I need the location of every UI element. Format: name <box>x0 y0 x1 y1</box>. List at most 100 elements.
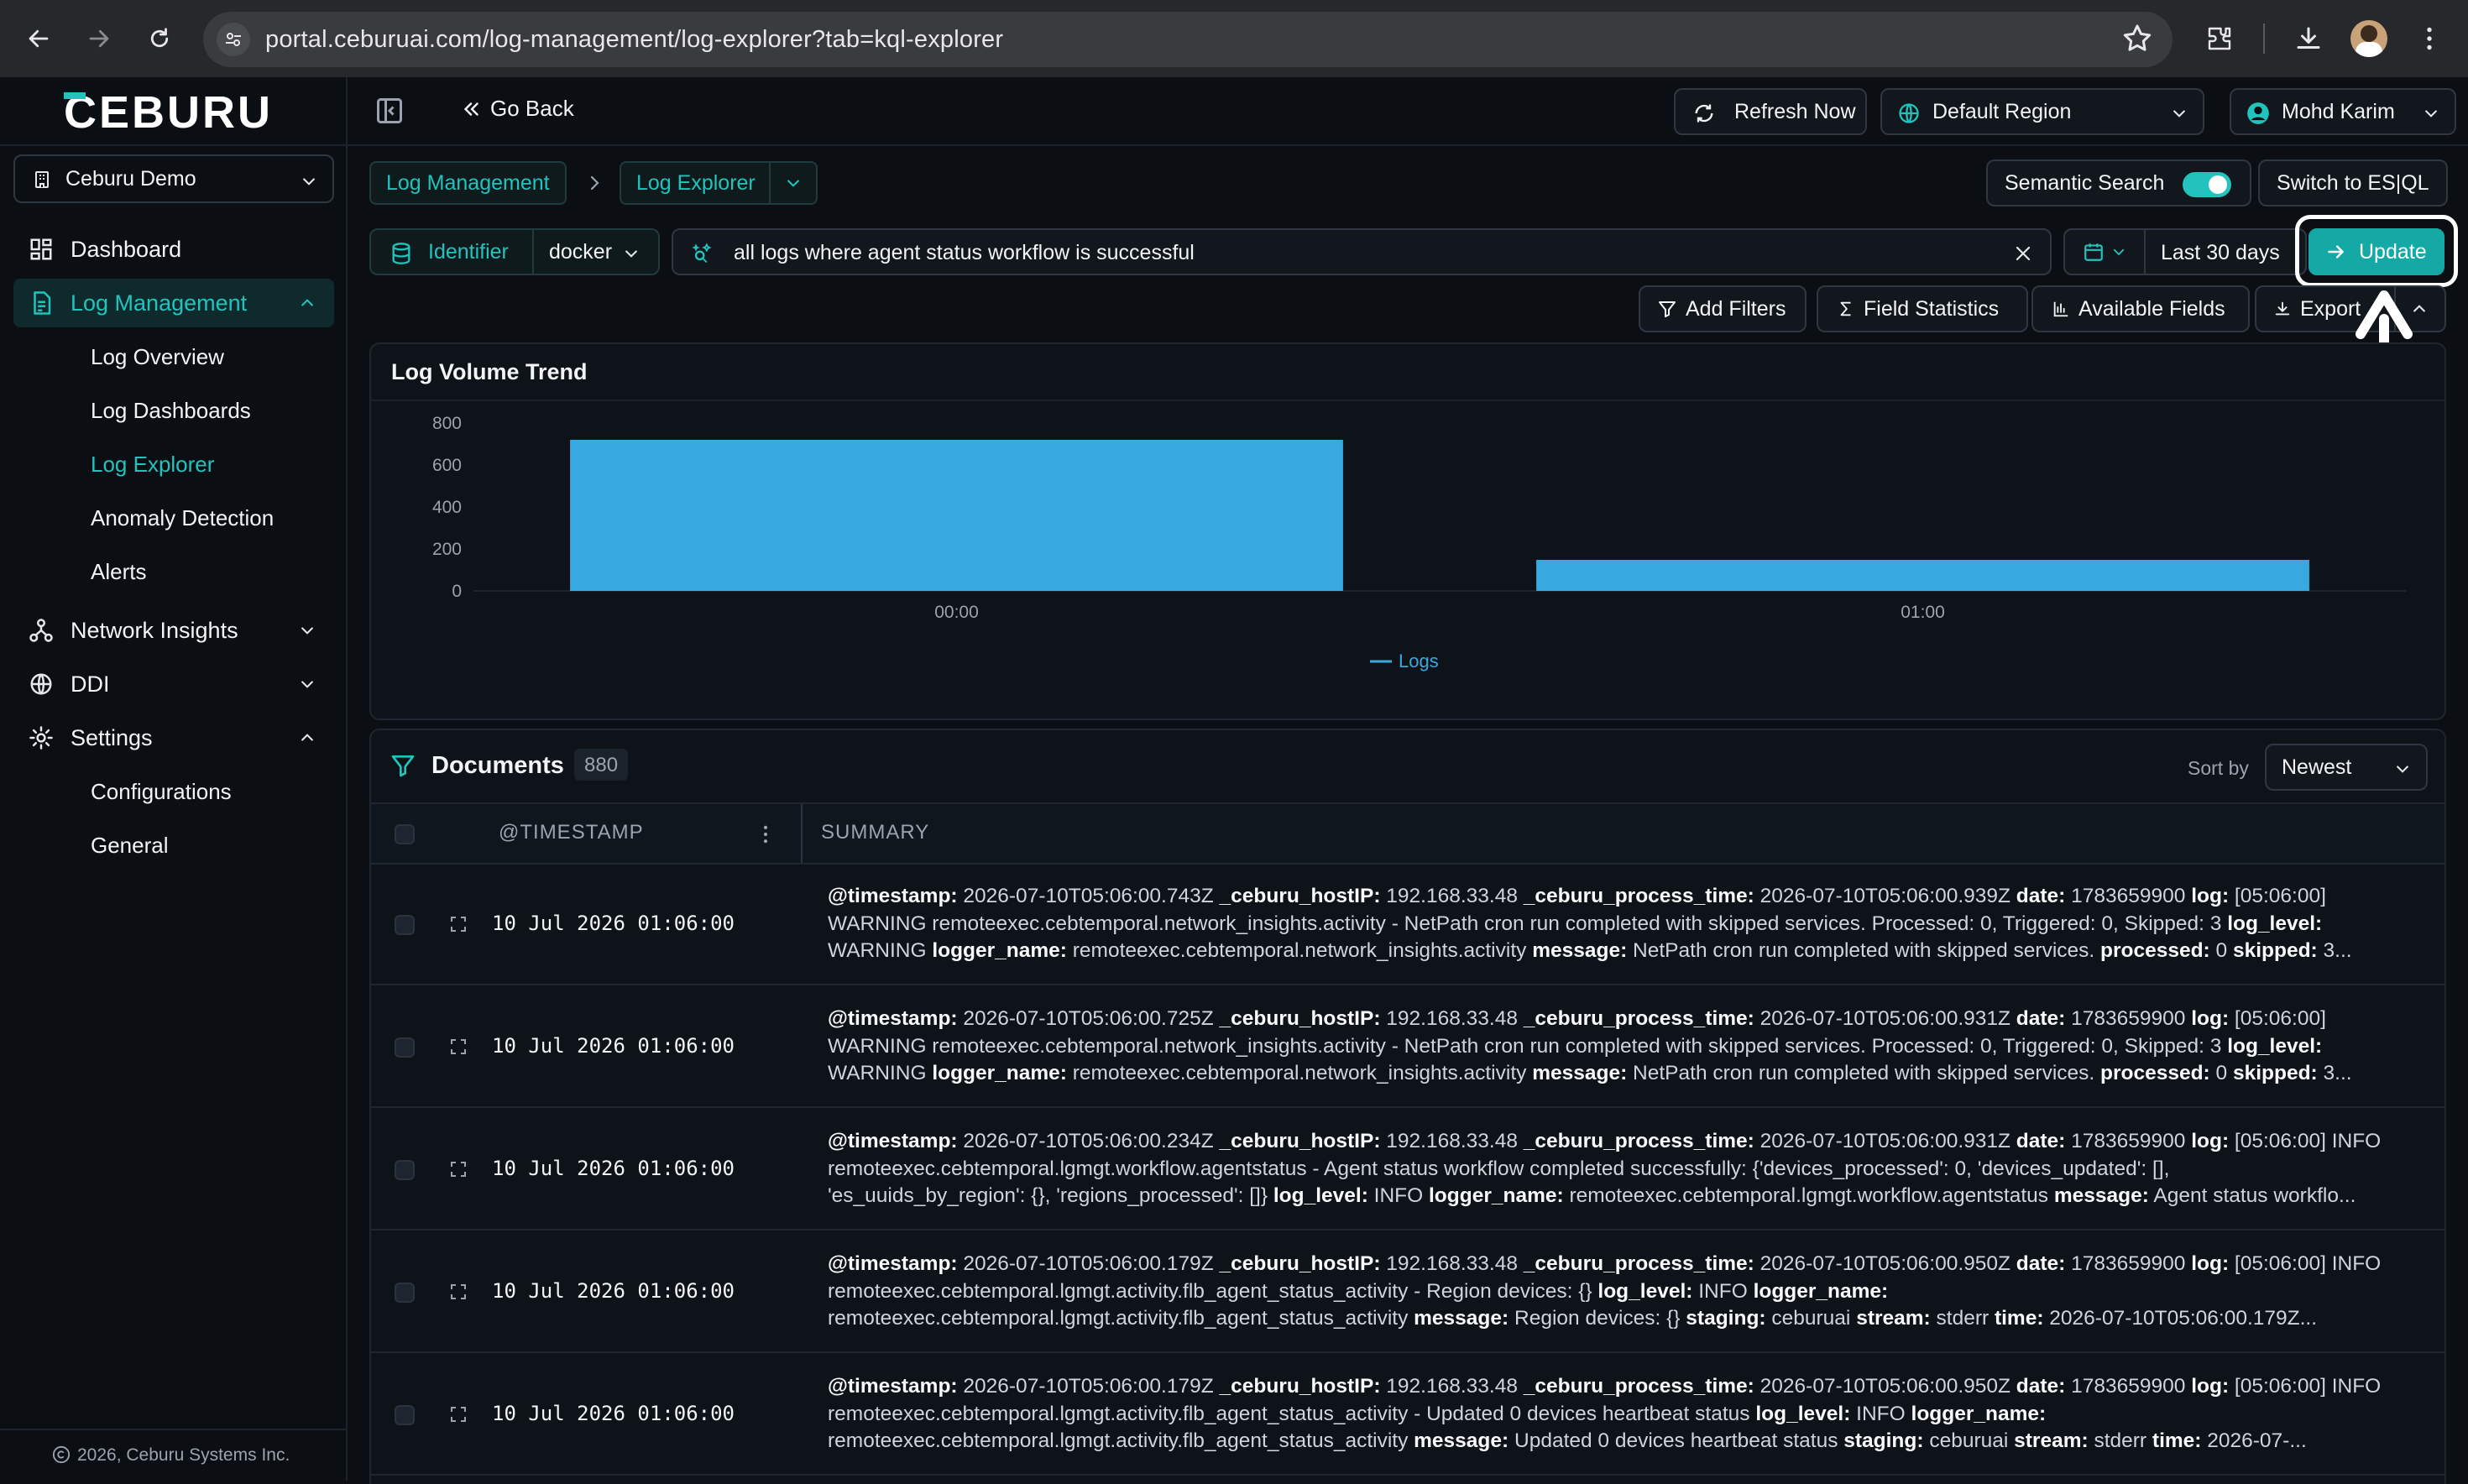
expand-icon[interactable] <box>448 1159 468 1179</box>
url-text[interactable]: portal.ceburuai.com/log-management/log-e… <box>265 26 1003 54</box>
download-icon[interactable] <box>2290 20 2327 57</box>
legend-label[interactable]: Logs <box>1399 651 1439 671</box>
summary-field-value: 2026-07-10T05:06:00.179Z... <box>2043 1307 2318 1330</box>
breadcrumb-log-management[interactable]: Log Management <box>369 161 567 205</box>
semantic-search-toggle[interactable]: Semantic Search <box>1986 159 2251 206</box>
y-tick-label: 0 <box>452 582 462 601</box>
expand-icon[interactable] <box>448 1282 468 1302</box>
region-label: Default Region <box>1932 99 2072 123</box>
summary-field-value: 2026-07-10T05:06:00.179Z <box>957 1375 1220 1398</box>
expand-icon[interactable] <box>448 1404 468 1424</box>
table-row[interactable]: 10 Jul 2026 01:06:00 @timestamp: 2026-07-… <box>371 1231 2446 1353</box>
switch-to-esql-button[interactable]: Switch to ES|QL <box>2258 159 2448 206</box>
row-checkbox[interactable] <box>395 915 415 935</box>
calendar-dropdown[interactable] <box>2065 230 2146 274</box>
available-fields-button[interactable]: Available Fields <box>2031 285 2250 332</box>
summary-line: 'es_uuids_by_region': {}, 'regions_proce… <box>828 1183 2423 1210</box>
org-select[interactable]: Ceburu Demo <box>13 154 334 203</box>
sidebar-subitem-anomaly-detection[interactable]: Anomaly Detection <box>91 505 274 531</box>
summary-field-key: date: <box>2016 1130 2066 1152</box>
region-select[interactable]: Default Region <box>1880 88 2204 135</box>
summary-field-value: [05:06:00] INFO <box>2229 1130 2382 1152</box>
query-input[interactable]: all logs where agent status workflow is … <box>672 228 2052 275</box>
summary-field-value: 1783659900 <box>2065 1130 2192 1152</box>
org-name: Ceburu Demo <box>65 166 196 191</box>
back-arrow-icon[interactable] <box>18 18 59 59</box>
browser-menu-icon[interactable] <box>2411 20 2448 57</box>
field-statistics-button[interactable]: Field Statistics <box>1817 285 2028 332</box>
forward-arrow-icon[interactable] <box>79 18 119 59</box>
sidebar-item-ddi[interactable]: DDI <box>13 660 334 708</box>
summary-field-value: 192.168.33.48 <box>1380 1130 1524 1152</box>
sidebar-item-log-management[interactable]: Log Management <box>13 279 334 327</box>
summary-field-key: _ceburu_hostIP: <box>1219 1252 1381 1275</box>
add-filters-label: Add Filters <box>1686 296 1786 321</box>
summary-field-key: _ceburu_process_time: <box>1523 885 1754 907</box>
row-checkbox[interactable] <box>395 1405 415 1425</box>
address-bar[interactable]: portal.ceburuai.com/log-management/log-e… <box>203 12 2173 67</box>
sidebar-subitem-log-dashboards[interactable]: Log Dashboards <box>91 398 251 424</box>
table-row[interactable]: 10 Jul 2026 01:06:00 @timestamp: 2026-07-… <box>371 1353 2446 1476</box>
go-back-button[interactable]: Go Back <box>460 96 574 122</box>
col-header-timestamp[interactable]: @TIMESTAMP <box>499 821 644 844</box>
refresh-now-button[interactable]: Refresh Now <box>1674 88 1867 135</box>
collapse-sidebar-icon[interactable] <box>374 96 405 126</box>
summary-field-key: skipped: <box>2232 1062 2318 1084</box>
globe-icon <box>30 673 52 695</box>
update-button[interactable]: Update <box>2309 228 2444 275</box>
table-row[interactable]: 10 Jul 2026 01:06:00 @timestamp: 2026-07-… <box>371 863 2446 985</box>
summary-line: remoteexec.cebtemporal.lgmgt.activity.fl… <box>828 1278 2423 1306</box>
expand-icon[interactable] <box>448 914 468 934</box>
summary-field-key: _ceburu_process_time: <box>1523 1375 1754 1398</box>
row-summary: @timestamp: 2026-07-10T05:06:00.234Z _ce… <box>828 1128 2423 1210</box>
table-row[interactable]: 10 Jul 2026 01:06:00 @timestamp: 2026-07-… <box>371 985 2446 1108</box>
sidebar-item-network-insights[interactable]: Network Insights <box>13 606 334 655</box>
summary-field-value: 1783659900 <box>2065 885 2192 907</box>
ceburu-logo[interactable]: CEBURU <box>64 87 284 138</box>
chart-bar[interactable] <box>1536 560 2309 591</box>
row-checkbox[interactable] <box>395 1160 415 1180</box>
sort-select[interactable]: Newest <box>2265 744 2428 791</box>
breadcrumb-dropdown[interactable] <box>768 163 816 203</box>
row-timestamp: 10 Jul 2026 01:06:00 <box>492 912 735 935</box>
breadcrumb-log-explorer[interactable]: Log Explorer <box>620 161 818 205</box>
column-menu-icon[interactable] <box>754 823 777 846</box>
sidebar-item-settings[interactable]: Settings <box>13 713 334 762</box>
reload-icon[interactable] <box>139 18 180 59</box>
sidebar-divider <box>0 144 348 146</box>
sidebar-subitem-log-overview[interactable]: Log Overview <box>91 344 224 370</box>
identifier-select[interactable]: Identifier docker <box>369 228 660 275</box>
time-range-picker[interactable]: Last 30 days <box>2063 228 2307 275</box>
summary-field-key: log_level: <box>2227 912 2323 935</box>
user-menu[interactable]: Mohd Karim <box>2230 88 2456 135</box>
toggle-switch[interactable] <box>2183 172 2231 197</box>
row-checkbox[interactable] <box>395 1283 415 1303</box>
sidebar-subitem-alerts[interactable]: Alerts <box>91 559 146 585</box>
bookmark-star-icon[interactable] <box>2120 22 2154 60</box>
summary-field-key: log_level: <box>1597 1279 1693 1303</box>
summary-field-value: 0 <box>2209 1062 2233 1084</box>
chart-bar[interactable] <box>570 440 1343 591</box>
clear-icon[interactable] <box>2013 243 2033 264</box>
sidebar-item-dashboard[interactable]: Dashboard <box>13 225 334 274</box>
select-all-checkbox[interactable] <box>395 824 415 844</box>
sidebar-subitem-configurations[interactable]: Configurations <box>91 779 232 805</box>
chevron-down-icon <box>2425 110 2437 118</box>
sidebar-subitem-log-explorer[interactable]: Log Explorer <box>91 452 214 478</box>
profile-avatar[interactable] <box>2350 20 2387 57</box>
query-text[interactable]: all logs where agent status workflow is … <box>734 241 1195 265</box>
sidebar-subitem-general[interactable]: General <box>91 833 169 859</box>
expand-icon[interactable] <box>448 1037 468 1057</box>
extensions-icon[interactable] <box>2201 20 2238 57</box>
building-icon <box>35 171 49 188</box>
summary-field-key: date: <box>2016 1007 2066 1030</box>
summary-line: WARNING remoteexec.cebtemporal.network_i… <box>828 1033 2423 1061</box>
row-summary: @timestamp: 2026-07-10T05:06:00.743Z _ce… <box>828 883 2423 965</box>
summary-field-value: 192.168.33.48 <box>1380 1375 1524 1398</box>
table-row[interactable]: 10 Jul 2026 01:06:00 @timestamp: 2026-07-… <box>371 1108 2446 1231</box>
summary-line: WARNING logger_name: remoteexec.cebtempo… <box>828 938 2423 965</box>
row-checkbox[interactable] <box>395 1037 415 1058</box>
add-filters-button[interactable]: Add Filters <box>1639 285 1807 332</box>
site-settings-icon[interactable] <box>217 23 250 56</box>
summary-field-key: @timestamp: <box>828 1375 958 1398</box>
